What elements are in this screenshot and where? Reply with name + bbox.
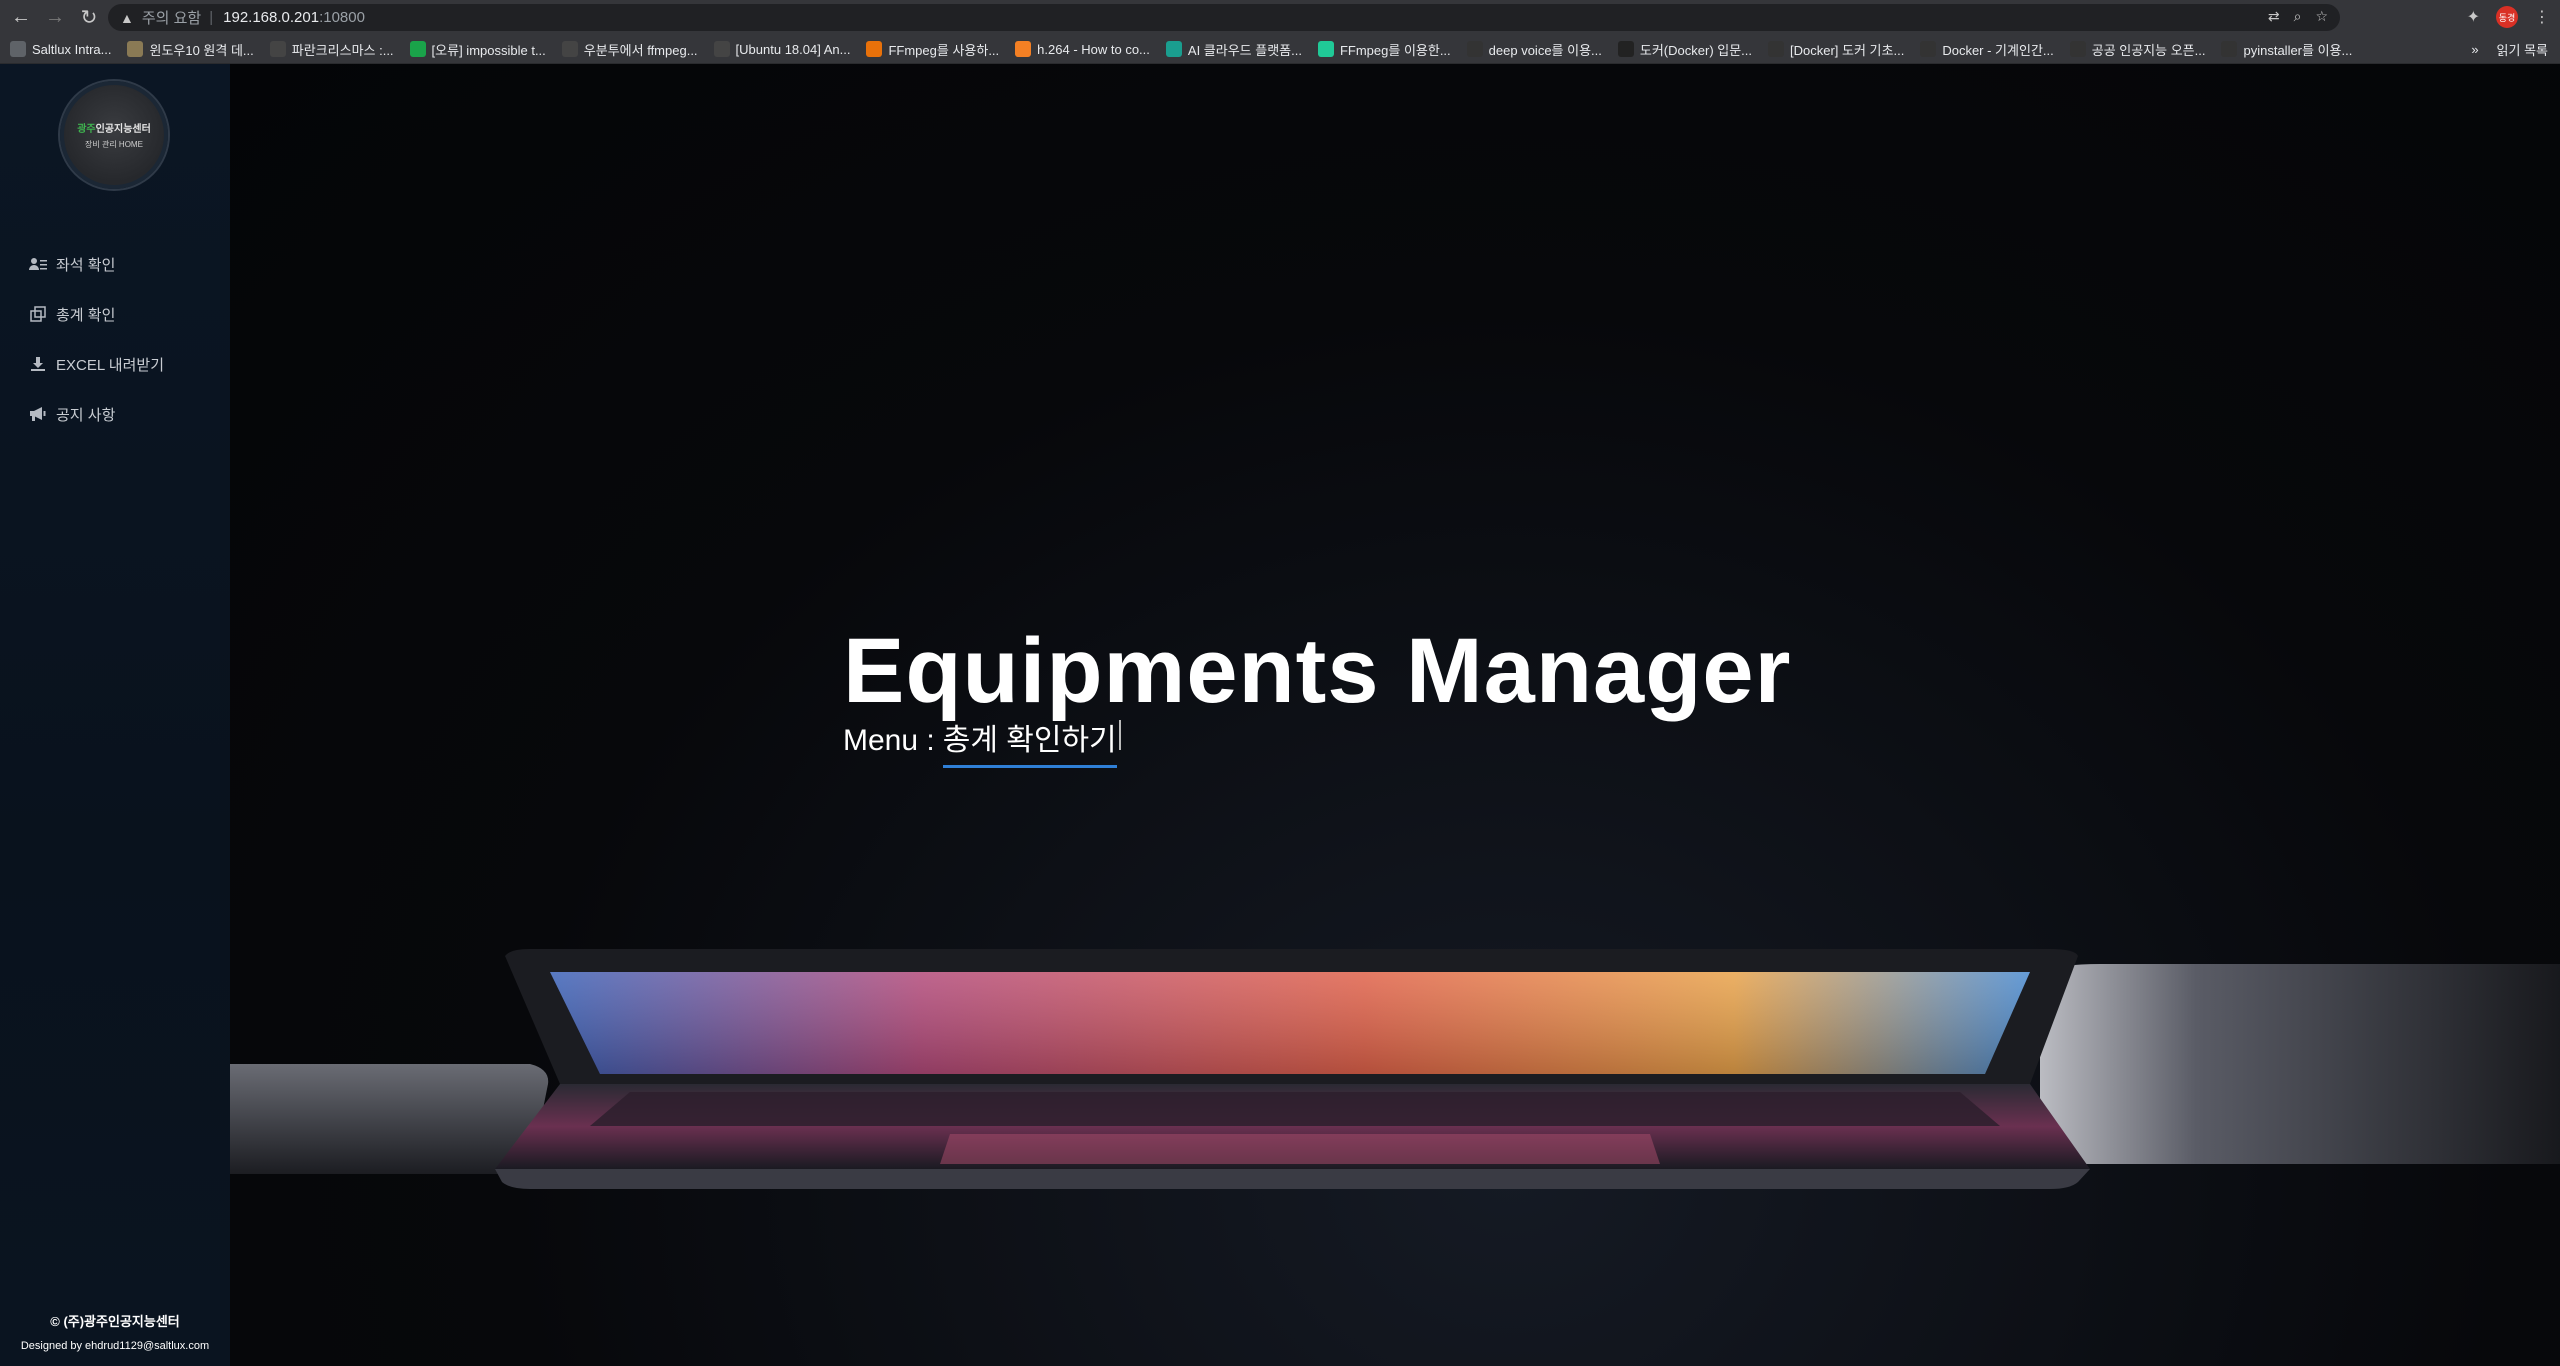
address-bar[interactable]: ▲ 주의 요함 | 192.168.0.201:10800 ⇄ ⌕ ☆ bbox=[108, 4, 2340, 31]
designer-credit: Designed by ehdrud1129@saltlux.com bbox=[20, 1340, 210, 1352]
menu-item-seat-check[interactable]: 좌석 확인 bbox=[28, 239, 164, 289]
page-icon bbox=[127, 41, 144, 57]
chat-icon bbox=[409, 41, 426, 57]
bookmark-item[interactable]: 우분투에서 ffmpeg... bbox=[561, 40, 698, 59]
bookmark-label: [Docker] 도커 기초... bbox=[1790, 42, 1905, 58]
bookmark-label: Docker - 기계인간... bbox=[1942, 42, 2054, 58]
bookmark-label: [Ubuntu 18.04] An... bbox=[735, 41, 851, 57]
home-logo[interactable]: 광주인공지능센터 장비 관리 HOME bbox=[60, 81, 168, 189]
bookmark-item[interactable]: FFmpeg를 사용하... bbox=[866, 40, 999, 59]
bookmark-label: FFmpeg를 사용하... bbox=[888, 42, 1000, 58]
reload-icon[interactable]: ↻ bbox=[76, 5, 102, 31]
copy-icon bbox=[28, 306, 48, 322]
bookmark-item[interactable]: 공공 인공지능 오픈... bbox=[2069, 40, 2206, 59]
menu-item-label: EXCEL 내려받기 bbox=[56, 356, 165, 374]
stack-icon bbox=[1015, 41, 1032, 57]
bookmark-item[interactable]: [Docker] 도커 기초... bbox=[1768, 40, 1904, 59]
bookmark-item[interactable]: deep voice를 이용... bbox=[1466, 40, 1602, 59]
hero-menu-value: 총계 확인하기 bbox=[942, 715, 1117, 768]
back-icon[interactable]: ← bbox=[8, 5, 34, 31]
bookmark-label: 공공 인공지능 오픈... bbox=[2091, 42, 2206, 58]
bookmark-item[interactable]: 윈도우10 원격 데... bbox=[127, 40, 254, 59]
bookmark-item[interactable]: 파란크리스마스 :... bbox=[269, 40, 394, 59]
d-icon bbox=[1317, 41, 1334, 57]
bookmark-label: AI 클라우드 플랫폼... bbox=[1187, 42, 1302, 58]
tistory-icon bbox=[561, 41, 578, 57]
url-host: 192.168.0.201 bbox=[223, 9, 320, 26]
bookmark-label: 파란크리스마스 :... bbox=[291, 42, 394, 58]
b-icon bbox=[1768, 41, 1785, 57]
url-port: :10800 bbox=[319, 9, 365, 26]
warning-icon[interactable]: ▲ bbox=[120, 10, 134, 26]
logo-title: 광주인공지능센터 bbox=[77, 124, 151, 135]
browser-toolbar: ← → ↻ ▲ 주의 요함 | 192.168.0.201:10800 ⇄ ⌕ … bbox=[0, 0, 2560, 35]
bookmark-item[interactable]: AI 클라우드 플랫폼... bbox=[1165, 40, 1302, 59]
bookmarks-more-button[interactable]: » bbox=[2471, 42, 2478, 57]
profile-avatar[interactable]: 동경 bbox=[2496, 6, 2518, 28]
sidebar-footer: © (주)광주인공지능센터 Designed by ehdrud1129@sal… bbox=[0, 1311, 230, 1352]
zoom-icon[interactable]: ⌕ bbox=[2294, 8, 2302, 25]
bookmark-item[interactable]: 도커(Docker) 입문... bbox=[1617, 40, 1753, 59]
browser-menu-icon[interactable]: ⋮ bbox=[2534, 7, 2550, 27]
main-hero: Equipments Manager Menu : 총계 확인하기 bbox=[230, 64, 2560, 1366]
tistory-icon bbox=[269, 41, 286, 57]
tistory-icon bbox=[713, 41, 730, 57]
sidebar-menu: 좌석 확인 총계 확인 EXCEL 내려받기 공지 사항 bbox=[28, 239, 164, 439]
menu-item-label: 공지 사항 bbox=[56, 406, 116, 424]
bookmark-label: pyinstaller를 이용... bbox=[2243, 42, 2353, 58]
menu-item-notice[interactable]: 공지 사항 bbox=[28, 389, 164, 439]
bookmark-label: 윈도우10 원격 데... bbox=[149, 42, 254, 58]
44-icon bbox=[1617, 41, 1634, 57]
bookmarks-bar: Saltlux Intra... 윈도우10 원격 데... 파란크리스마스 :..… bbox=[0, 35, 2560, 64]
bookmark-label: h.264 - How to co... bbox=[1037, 41, 1150, 57]
menu-item-total-check[interactable]: 총계 확인 bbox=[28, 289, 164, 339]
menu-item-label: 총계 확인 bbox=[56, 306, 116, 324]
forward-icon[interactable]: → bbox=[42, 5, 68, 31]
bookmark-label: 우분투에서 ffmpeg... bbox=[583, 42, 698, 58]
hero-menu-line: Menu : 총계 확인하기 bbox=[843, 715, 1121, 768]
bookmark-label: FFmpeg를 이용한... bbox=[1339, 42, 1451, 58]
globe-icon bbox=[2069, 41, 2086, 57]
bookmark-item[interactable]: h.264 - How to co... bbox=[1015, 41, 1150, 57]
user-list-icon bbox=[28, 256, 48, 272]
bookmark-item[interactable]: pyinstaller를 이용... bbox=[2221, 40, 2352, 59]
extensions-icon[interactable]: ✦ bbox=[2467, 7, 2480, 27]
person-icon bbox=[1165, 41, 1182, 57]
cloud-icon bbox=[2221, 41, 2238, 57]
bookmark-item[interactable]: FFmpeg를 이용한... bbox=[1317, 40, 1451, 59]
security-warning[interactable]: 주의 요함 bbox=[142, 7, 201, 28]
translate-icon[interactable]: ⇄ bbox=[2268, 8, 2280, 25]
url-separator: | bbox=[209, 9, 214, 26]
bookmark-item[interactable]: [Ubuntu 18.04] An... bbox=[713, 41, 851, 57]
bookmark-label: 도커(Docker) 입문... bbox=[1639, 42, 1753, 58]
grid-icon bbox=[1920, 41, 1937, 57]
bookmark-label: [오류] impossible t... bbox=[431, 42, 546, 58]
hero-menu-label: Menu : bbox=[843, 724, 935, 757]
menu-item-label: 좌석 확인 bbox=[56, 256, 116, 274]
dots-icon bbox=[866, 41, 883, 57]
download-icon bbox=[28, 356, 48, 372]
saltlux-icon bbox=[10, 41, 26, 57]
bookmark-label: Saltlux Intra... bbox=[32, 41, 112, 57]
page: 광주인공지능센터 장비 관리 HOME 좌석 확인 총계 확인 EXCEL 내려… bbox=[0, 64, 2560, 1366]
bookmark-label: deep voice를 이용... bbox=[1488, 42, 1602, 58]
laptop-hero-image bbox=[230, 949, 2560, 1189]
reading-list-button[interactable]: 읽기 목록 bbox=[2497, 40, 2548, 59]
voice-icon bbox=[1466, 41, 1483, 57]
bookmark-item[interactable]: [오류] impossible t... bbox=[409, 40, 546, 59]
bookmarks-right: » 읽기 목록 bbox=[2459, 35, 2548, 63]
logo-subtitle: 장비 관리 HOME bbox=[85, 140, 143, 149]
megaphone-icon bbox=[28, 406, 48, 422]
hero-title: Equipments Manager bbox=[843, 620, 1792, 722]
menu-item-excel-download[interactable]: EXCEL 내려받기 bbox=[28, 339, 164, 389]
typing-cursor bbox=[1118, 720, 1121, 750]
copyright-text: © (주)광주인공지능센터 bbox=[50, 1314, 180, 1329]
bookmark-item[interactable]: Docker - 기계인간... bbox=[1920, 40, 2054, 59]
sidebar: 광주인공지능센터 장비 관리 HOME 좌석 확인 총계 확인 EXCEL 내려… bbox=[0, 64, 230, 1366]
bookmark-item[interactable]: Saltlux Intra... bbox=[10, 41, 111, 57]
bookmark-star-icon[interactable]: ☆ bbox=[2315, 8, 2328, 25]
